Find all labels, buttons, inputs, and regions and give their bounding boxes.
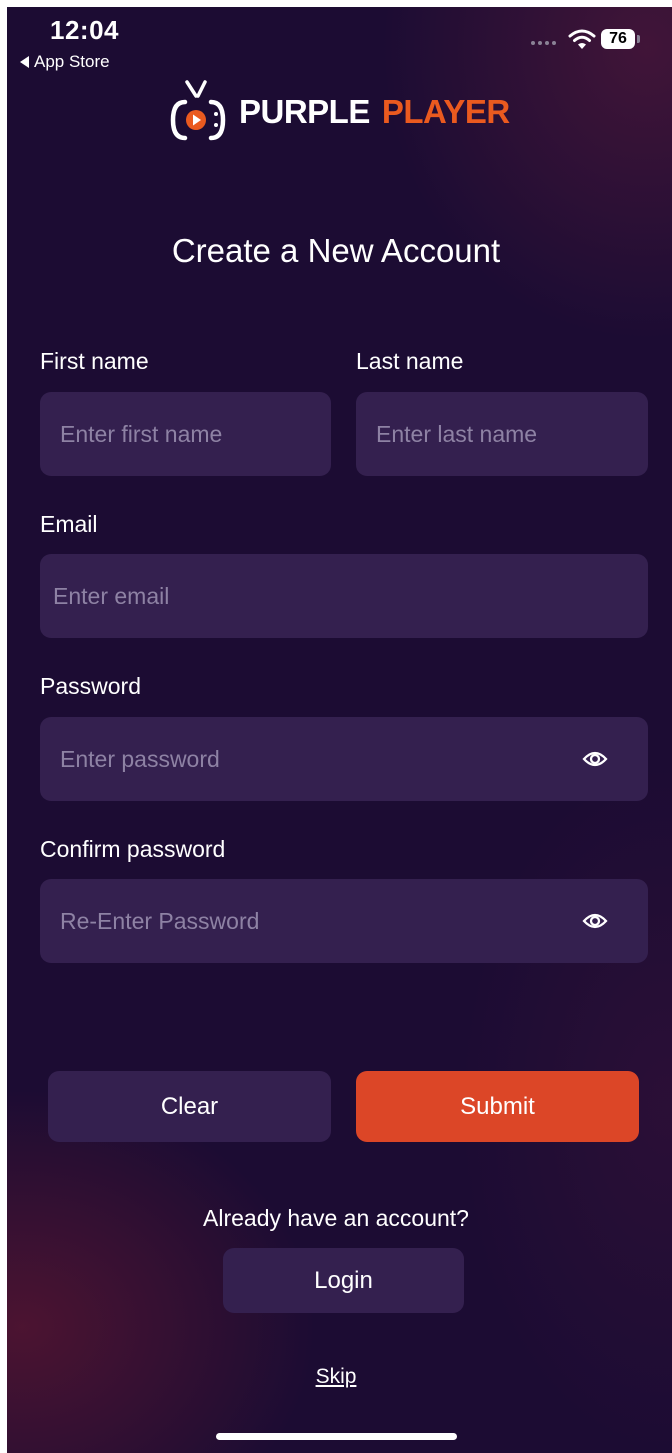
back-label: App Store	[34, 52, 110, 71]
email-field	[40, 554, 648, 638]
first-name-input[interactable]	[40, 392, 331, 476]
battery-icon: 76	[601, 29, 635, 49]
battery-tip	[637, 35, 640, 43]
home-indicator[interactable]	[216, 1433, 457, 1440]
email-label: Email	[40, 511, 98, 537]
password-field	[40, 717, 648, 801]
last-name-input[interactable]	[356, 392, 648, 476]
login-button[interactable]: Login	[223, 1248, 464, 1313]
show-password-eye-icon[interactable]	[582, 748, 608, 770]
show-confirm-password-eye-icon[interactable]	[582, 910, 608, 932]
wifi-icon	[568, 29, 596, 49]
app-logo: PURPLE PLAYER	[163, 78, 510, 146]
first-name-field	[40, 392, 331, 476]
back-to-app-store-link[interactable]: App Store	[20, 52, 110, 72]
confirm-password-label: Confirm password	[40, 836, 226, 862]
status-time: 12:04	[50, 15, 119, 45]
tv-play-icon	[170, 80, 226, 141]
confirm-password-input[interactable]	[40, 879, 648, 963]
already-have-account-text: Already have an account?	[203, 1205, 469, 1231]
logo-word-player: PLAYER	[381, 93, 510, 130]
password-input[interactable]	[40, 717, 648, 801]
submit-button[interactable]: Submit	[356, 1071, 639, 1142]
email-input[interactable]	[40, 554, 648, 638]
last-name-label: Last name	[356, 348, 464, 374]
clear-button[interactable]: Clear	[48, 1071, 331, 1142]
confirm-password-field	[40, 879, 648, 963]
last-name-field	[356, 392, 648, 476]
back-arrow-icon	[20, 56, 29, 68]
page-title: Create a New Account	[171, 232, 501, 269]
first-name-label: First name	[40, 348, 149, 374]
skip-link[interactable]: Skip	[0, 1365, 672, 1389]
cellular-signal-icon	[531, 41, 556, 45]
password-label: Password	[40, 673, 141, 699]
logo-word-purple: PURPLE	[239, 93, 370, 130]
